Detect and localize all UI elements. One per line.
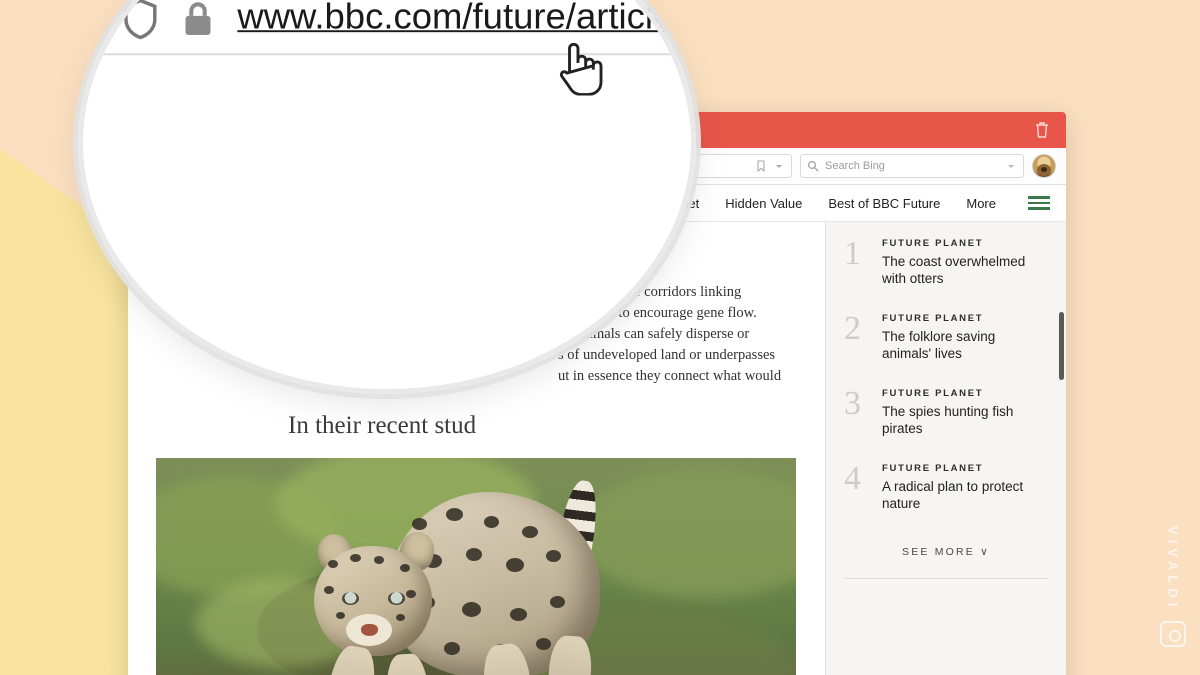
see-more-button[interactable]: SEE MORE ∨ <box>826 538 1066 574</box>
item-title: The folklore saving animals' lives <box>882 329 996 361</box>
search-placeholder: Search Bing <box>825 160 885 172</box>
item-number: 1 <box>844 235 861 272</box>
nav-item-more[interactable]: More <box>966 196 996 211</box>
item-title: The coast overwhelmed with otters <box>882 254 1026 286</box>
chevron-down-icon[interactable] <box>773 160 785 172</box>
bookmark-icon[interactable] <box>755 160 767 172</box>
item-number: 3 <box>844 385 861 422</box>
leopard-eye-right <box>388 592 405 605</box>
shield-icon[interactable] <box>122 0 158 40</box>
url-dim: /20200826-the-bold-p <box>680 0 696 38</box>
item-kicker: FUTURE PLANET <box>882 313 984 324</box>
item-kicker: FUTURE PLANET <box>882 463 984 474</box>
item-number: 4 <box>844 460 861 497</box>
search-field[interactable]: Search Bing <box>800 154 1024 178</box>
body-text-line: In their recent stud <box>288 412 477 439</box>
list-item[interactable]: 1 FUTURE PLANET The coast overwhelmed wi… <box>826 235 1066 313</box>
item-number: 2 <box>844 310 861 347</box>
list-item[interactable]: 4 FUTURE PLANET A radical plan to protec… <box>826 460 1066 538</box>
nav-item-best-of-bbc-future[interactable]: Best of BBC Future <box>828 196 940 211</box>
leopard-cub-photo <box>156 458 796 675</box>
padlock-icon[interactable] <box>182 0 215 38</box>
most-read-sidebar: 1 FUTURE PLANET The coast overwhelmed wi… <box>825 222 1066 675</box>
search-icon <box>807 160 819 172</box>
item-title: A radical plan to protect nature <box>882 479 1024 511</box>
sidebar-divider <box>844 578 1048 579</box>
hamburger-menu-icon[interactable] <box>1028 196 1050 210</box>
item-kicker: FUTURE PLANET <box>882 388 984 399</box>
leopard-eye-left <box>342 592 359 605</box>
sidebar-scrollbar[interactable] <box>1059 312 1064 380</box>
cursor-pointer-icon <box>559 42 603 96</box>
list-item[interactable]: 3 FUTURE PLANET The spies hunting fish p… <box>826 385 1066 463</box>
leopard-nose <box>361 624 378 636</box>
trash-icon[interactable] <box>1034 121 1050 139</box>
avatar[interactable] <box>1032 154 1056 178</box>
magnifier-lens: Vivaldi Browser FUTURE The bold plan tha… <box>78 0 696 394</box>
chevron-down-icon[interactable] <box>1005 160 1017 172</box>
magnified-content: Vivaldi Browser FUTURE The bold plan tha… <box>78 0 696 394</box>
item-kicker: FUTURE PLANET <box>882 238 984 249</box>
list-item[interactable]: 2 FUTURE PLANET The folklore saving anim… <box>826 310 1066 388</box>
nav-item-hidden-value[interactable]: Hidden Value <box>725 196 802 211</box>
item-title: The spies hunting fish pirates <box>882 404 1014 436</box>
promo-canvas: as-leopards Search Bing <box>0 0 1200 675</box>
